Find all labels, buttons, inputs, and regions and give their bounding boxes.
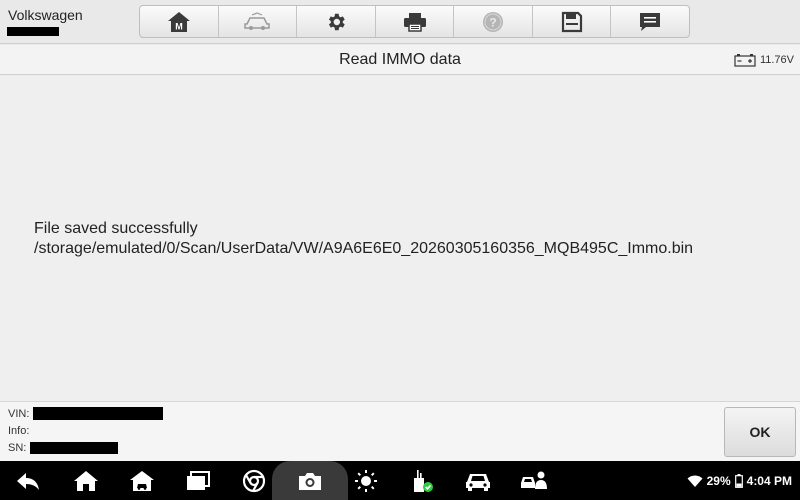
diagnostics-button[interactable]: [460, 461, 496, 500]
car-icon: [466, 473, 490, 491]
vci-app-button[interactable]: [124, 461, 160, 500]
top-bar: Volkswagen M ?: [0, 0, 800, 44]
battery-voltage: 11.76V: [734, 53, 794, 67]
camera-icon: [299, 472, 321, 490]
home-icon: [74, 470, 98, 491]
vehicle-info-panel: VIN: Info: SN: OK: [0, 401, 800, 461]
help-button[interactable]: ?: [454, 6, 533, 37]
file-path: /storage/emulated/0/Scan/UserData/VW/A9A…: [34, 240, 694, 257]
battery-icon: [734, 473, 743, 488]
status-message: File saved successfully: [34, 220, 198, 237]
svg-text:?: ?: [489, 15, 496, 29]
voltage-value: 11.76V: [759, 54, 794, 66]
message-icon: [640, 12, 661, 31]
car-person-icon: [521, 471, 547, 489]
message-block: File saved successfully /storage/emulate…: [34, 219, 693, 259]
recent-apps-button[interactable]: [180, 461, 216, 500]
vehicle-brand: Volkswagen: [8, 7, 83, 23]
settings-button[interactable]: [297, 6, 376, 37]
chrome-icon: [242, 469, 266, 492]
redacted-vehicle-info: [7, 27, 59, 36]
home-nav-button[interactable]: [68, 461, 104, 500]
vin-label: VIN:: [8, 408, 30, 420]
feedback-button[interactable]: [611, 6, 689, 37]
gear-icon: [328, 13, 345, 30]
save-button[interactable]: [533, 6, 612, 37]
wifi-icon: [687, 475, 703, 487]
back-button[interactable]: [10, 461, 46, 500]
vehicle-swap-icon: [244, 11, 271, 30]
printer-icon: [403, 12, 426, 32]
vehicle-swap-button[interactable]: [219, 6, 298, 37]
recent-apps-icon: [187, 470, 210, 490]
ok-button[interactable]: OK: [724, 407, 796, 457]
save-icon: [561, 11, 582, 32]
clock: 4:04 PM: [746, 473, 792, 488]
toolbar: M ?: [139, 5, 690, 38]
back-icon: [17, 472, 39, 490]
title-bar: Read IMMO data 11.76V: [0, 45, 800, 75]
redacted-sn: [30, 442, 118, 454]
system-nav-bar: 29% 4:04 PM: [0, 461, 800, 500]
house-car-icon: [130, 470, 154, 491]
brightness-icon: [355, 469, 377, 492]
remote-expert-button[interactable]: [516, 461, 552, 500]
content-area: File saved successfully /storage/emulate…: [0, 76, 800, 401]
battery-percent: 29%: [706, 473, 731, 488]
vci-status-button[interactable]: [404, 461, 440, 500]
brightness-button[interactable]: [348, 461, 384, 500]
print-button[interactable]: [376, 6, 455, 37]
vci-connected-icon: [414, 469, 433, 492]
status-area: 29% 4:04 PM: [687, 461, 792, 500]
home-button[interactable]: M: [140, 6, 219, 37]
browser-button[interactable]: [236, 461, 272, 500]
car-battery-icon: [734, 54, 756, 67]
screenshot-button[interactable]: [292, 461, 328, 500]
help-icon: ?: [483, 11, 504, 32]
sn-label: SN:: [8, 442, 27, 454]
home-m-icon: M: [167, 11, 190, 32]
svg-text:M: M: [175, 21, 183, 31]
info-label: Info:: [8, 425, 30, 437]
page-title: Read IMMO data: [339, 51, 461, 68]
redacted-vin: [33, 407, 163, 420]
